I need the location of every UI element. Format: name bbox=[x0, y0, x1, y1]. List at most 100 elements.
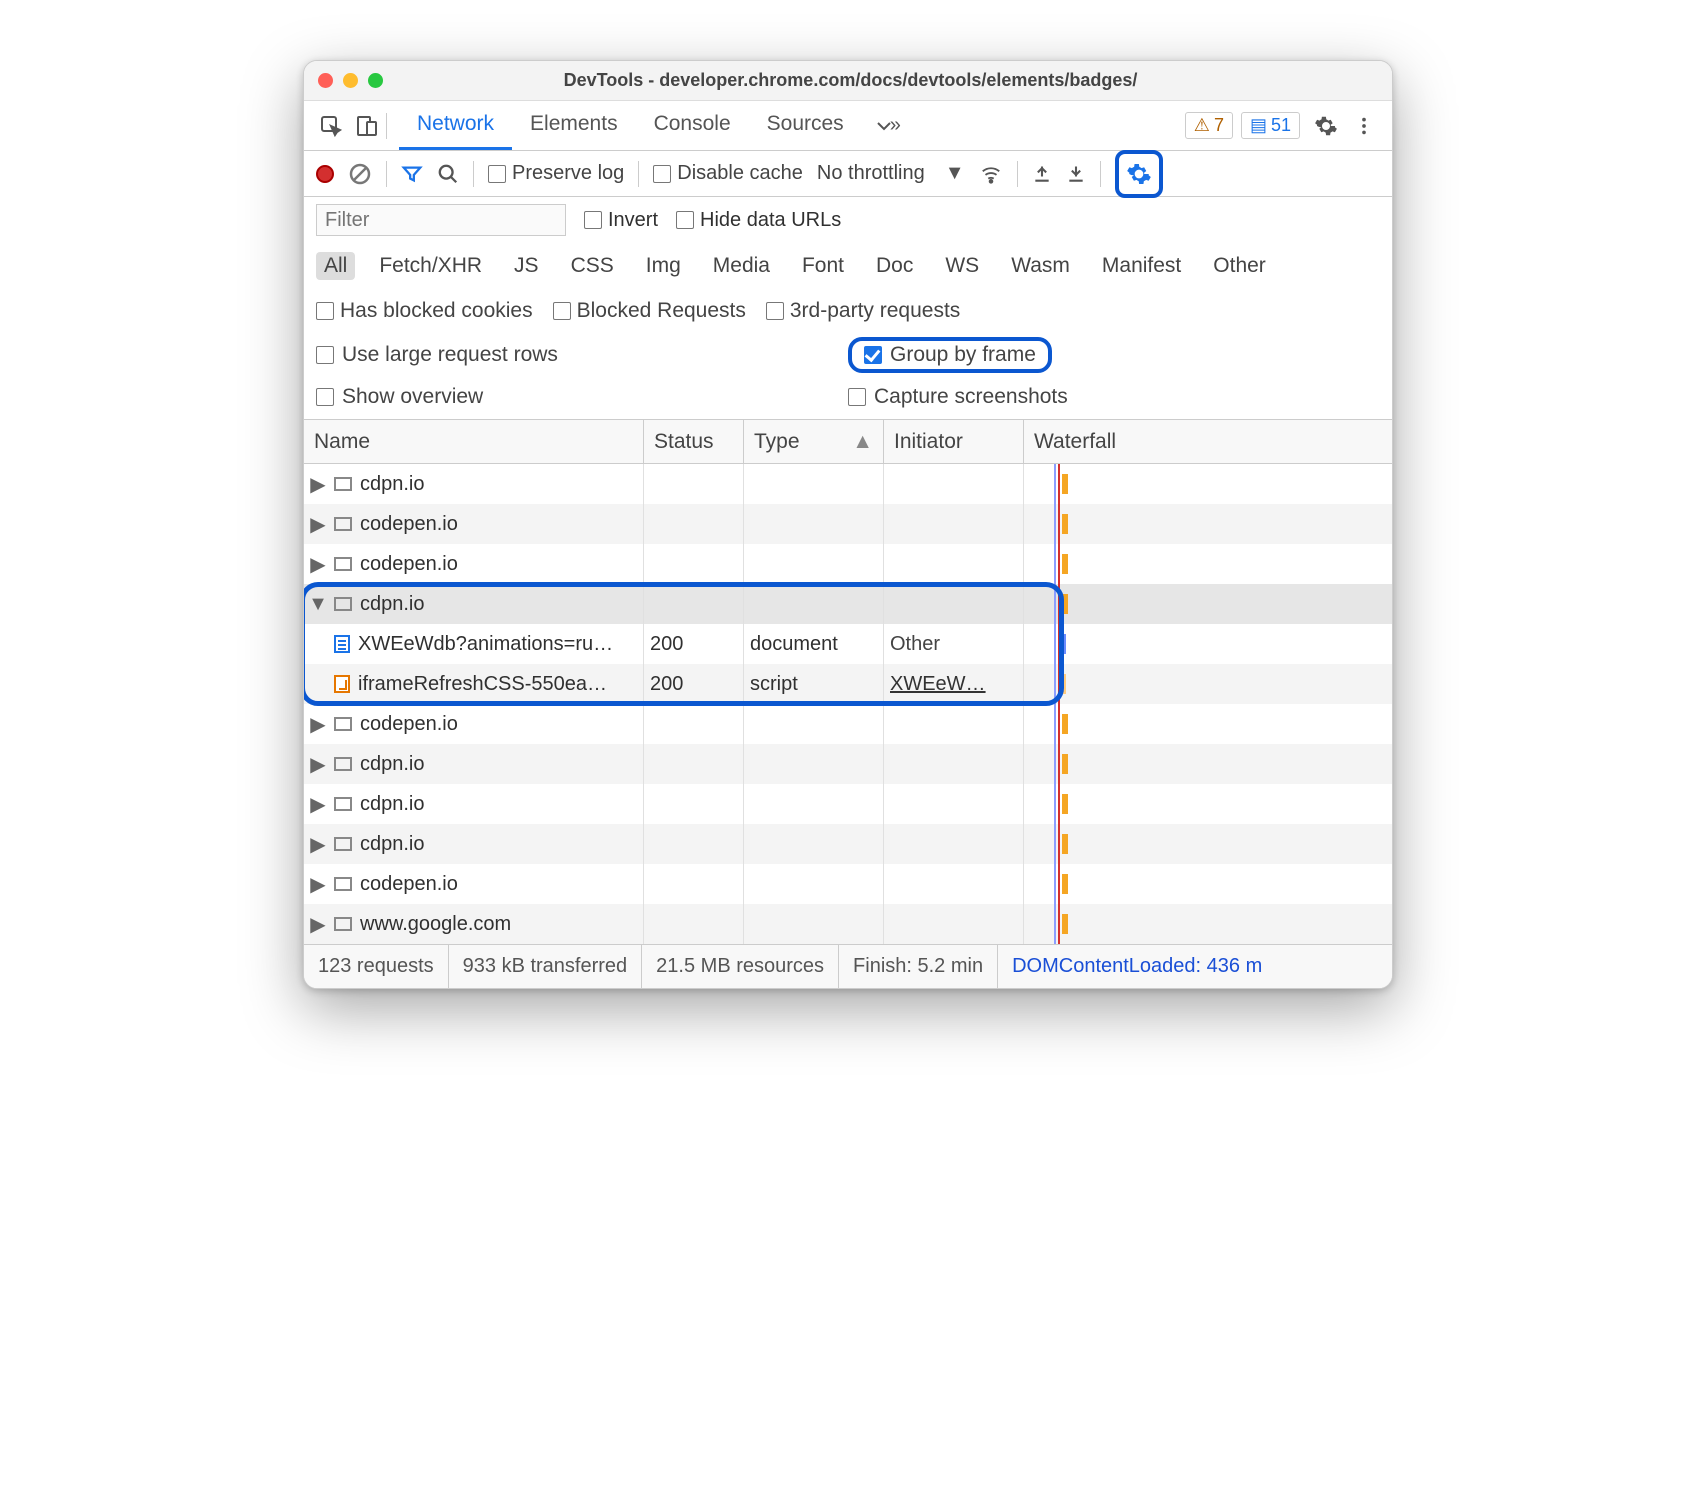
frame-group-row[interactable]: ▶ codepen.io bbox=[304, 704, 1392, 744]
third-party-checkbox[interactable]: 3rd-party requests bbox=[766, 299, 960, 323]
divider bbox=[386, 113, 387, 139]
issues-badge[interactable]: ▤ 51 bbox=[1241, 112, 1300, 139]
record-button[interactable] bbox=[316, 165, 334, 183]
disclosure-triangle-icon[interactable]: ▶ bbox=[310, 912, 326, 937]
sort-asc-icon: ▲ bbox=[852, 430, 873, 454]
frame-icon bbox=[334, 797, 352, 811]
frame-group-row[interactable]: ▶www.google.com bbox=[304, 904, 1392, 944]
search-icon[interactable] bbox=[437, 163, 459, 185]
type-css[interactable]: CSS bbox=[563, 252, 622, 280]
chevron-down-icon: ▼ bbox=[945, 162, 965, 185]
type-wasm[interactable]: Wasm bbox=[1003, 252, 1078, 280]
filter-icon[interactable] bbox=[401, 163, 423, 185]
export-har-icon[interactable] bbox=[1066, 163, 1086, 185]
large-rows-checkbox[interactable]: Use large request rows bbox=[316, 337, 848, 373]
settings-icon[interactable] bbox=[1308, 108, 1344, 144]
frame-icon bbox=[334, 597, 352, 611]
clear-icon[interactable] bbox=[348, 162, 372, 186]
disable-cache-checkbox[interactable]: Disable cache bbox=[653, 162, 803, 185]
disclosure-triangle-icon[interactable]: ▶ bbox=[310, 872, 326, 897]
capture-screenshots-checkbox[interactable]: Capture screenshots bbox=[848, 385, 1380, 409]
show-overview-checkbox[interactable]: Show overview bbox=[316, 385, 848, 409]
has-blocked-cookies-checkbox[interactable]: Has blocked cookies bbox=[316, 299, 533, 323]
tab-console[interactable]: Console bbox=[636, 101, 749, 150]
frame-name: codepen.io bbox=[360, 873, 458, 896]
status-resources: 21.5 MB resources bbox=[642, 945, 839, 988]
type-media[interactable]: Media bbox=[705, 252, 778, 280]
tab-elements[interactable]: Elements bbox=[512, 101, 636, 150]
frame-group-row[interactable]: ▶ cdpn.io bbox=[304, 824, 1392, 864]
titlebar: DevTools - developer.chrome.com/docs/dev… bbox=[304, 61, 1392, 101]
tab-sources[interactable]: Sources bbox=[749, 101, 862, 150]
frame-icon bbox=[334, 877, 352, 891]
close-window[interactable] bbox=[318, 73, 333, 88]
initiator-link[interactable]: XWEeW… bbox=[890, 673, 986, 696]
filter-input[interactable] bbox=[316, 204, 566, 236]
type-img[interactable]: Img bbox=[638, 252, 689, 280]
issue-count: 51 bbox=[1271, 115, 1291, 136]
main-tabs-row: Network Elements Console Sources » ⚠ 7 ▤… bbox=[304, 101, 1392, 151]
type-js[interactable]: JS bbox=[506, 252, 547, 280]
disclosure-triangle-icon[interactable]: ▶ bbox=[310, 552, 326, 577]
minimize-window[interactable] bbox=[343, 73, 358, 88]
disclosure-triangle-icon[interactable]: ▶ bbox=[310, 712, 326, 737]
type-ws[interactable]: WS bbox=[937, 252, 987, 280]
col-initiator[interactable]: Initiator bbox=[884, 420, 1024, 463]
frame-name: codepen.io bbox=[360, 713, 458, 736]
more-menu-icon[interactable] bbox=[1346, 108, 1382, 144]
has-blocked-cookies-label: Has blocked cookies bbox=[340, 299, 533, 323]
type-doc[interactable]: Doc bbox=[868, 252, 921, 280]
divider bbox=[473, 161, 474, 187]
request-row[interactable]: iframeRefreshCSS-550ea…200scriptXWEeW… bbox=[304, 664, 1392, 704]
disclosure-triangle-icon[interactable]: ▶ bbox=[310, 752, 326, 777]
frame-group-row[interactable]: ▶cdpn.io bbox=[304, 744, 1392, 784]
frame-group-row[interactable]: ▶ codepen.io bbox=[304, 864, 1392, 904]
frame-group-row[interactable]: ▶cdpn.io bbox=[304, 464, 1392, 504]
disclosure-triangle-icon[interactable]: ▶ bbox=[310, 792, 326, 817]
device-toggle-icon[interactable] bbox=[350, 109, 384, 143]
divider bbox=[1100, 161, 1101, 187]
throttling-select[interactable]: No throttling ▼ bbox=[817, 162, 965, 185]
status-finish: Finish: 5.2 min bbox=[839, 945, 998, 988]
frame-group-row[interactable]: ▼cdpn.io bbox=[304, 584, 1392, 624]
disclosure-triangle-icon[interactable]: ▶ bbox=[310, 832, 326, 857]
network-conditions-icon[interactable] bbox=[979, 163, 1003, 185]
import-har-icon[interactable] bbox=[1032, 163, 1052, 185]
frame-group-row[interactable]: ▶cdpn.io bbox=[304, 784, 1392, 824]
preserve-log-label: Preserve log bbox=[512, 162, 624, 185]
frame-group-row[interactable]: ▶codepen.io bbox=[304, 544, 1392, 584]
col-type[interactable]: Type ▲ bbox=[744, 420, 884, 463]
blocked-requests-checkbox[interactable]: Blocked Requests bbox=[553, 299, 746, 323]
type-all[interactable]: All bbox=[316, 252, 355, 280]
group-by-frame-checkbox[interactable]: Group by frame bbox=[864, 343, 1036, 367]
type-font[interactable]: Font bbox=[794, 252, 852, 280]
filter-row: Invert Hide data URLs bbox=[304, 197, 1392, 243]
request-row[interactable]: XWEeWdb?animations=ru…200documentOther bbox=[304, 624, 1392, 664]
tab-network[interactable]: Network bbox=[399, 101, 512, 150]
warnings-badge[interactable]: ⚠ 7 bbox=[1185, 112, 1233, 139]
frame-name: cdpn.io bbox=[360, 833, 425, 856]
type-other[interactable]: Other bbox=[1205, 252, 1274, 280]
frame-icon bbox=[334, 717, 352, 731]
show-overview-label: Show overview bbox=[342, 385, 483, 409]
hide-data-urls-checkbox[interactable]: Hide data URLs bbox=[676, 209, 841, 232]
col-name[interactable]: Name bbox=[304, 420, 644, 463]
inspect-element-icon[interactable] bbox=[314, 109, 348, 143]
type-manifest[interactable]: Manifest bbox=[1094, 252, 1189, 280]
network-settings-icon[interactable] bbox=[1121, 156, 1157, 192]
frame-group-row[interactable]: ▶codepen.io bbox=[304, 504, 1392, 544]
type-fetch-xhr[interactable]: Fetch/XHR bbox=[371, 252, 490, 280]
col-type-label: Type bbox=[754, 430, 800, 454]
col-waterfall[interactable]: Waterfall bbox=[1024, 420, 1392, 463]
invert-checkbox[interactable]: Invert bbox=[584, 209, 658, 232]
disclosure-triangle-icon[interactable]: ▶ bbox=[310, 472, 326, 497]
divider bbox=[1017, 161, 1018, 187]
maximize-window[interactable] bbox=[368, 73, 383, 88]
disclosure-triangle-icon[interactable]: ▼ bbox=[310, 593, 326, 616]
network-settings-grid: Use large request rows Group by frame Sh… bbox=[304, 333, 1392, 420]
disclosure-triangle-icon[interactable]: ▶ bbox=[310, 512, 326, 537]
warning-icon: ⚠ bbox=[1194, 115, 1210, 136]
col-status[interactable]: Status bbox=[644, 420, 744, 463]
preserve-log-checkbox[interactable]: Preserve log bbox=[488, 162, 624, 185]
more-tabs-icon[interactable]: » bbox=[862, 101, 913, 150]
